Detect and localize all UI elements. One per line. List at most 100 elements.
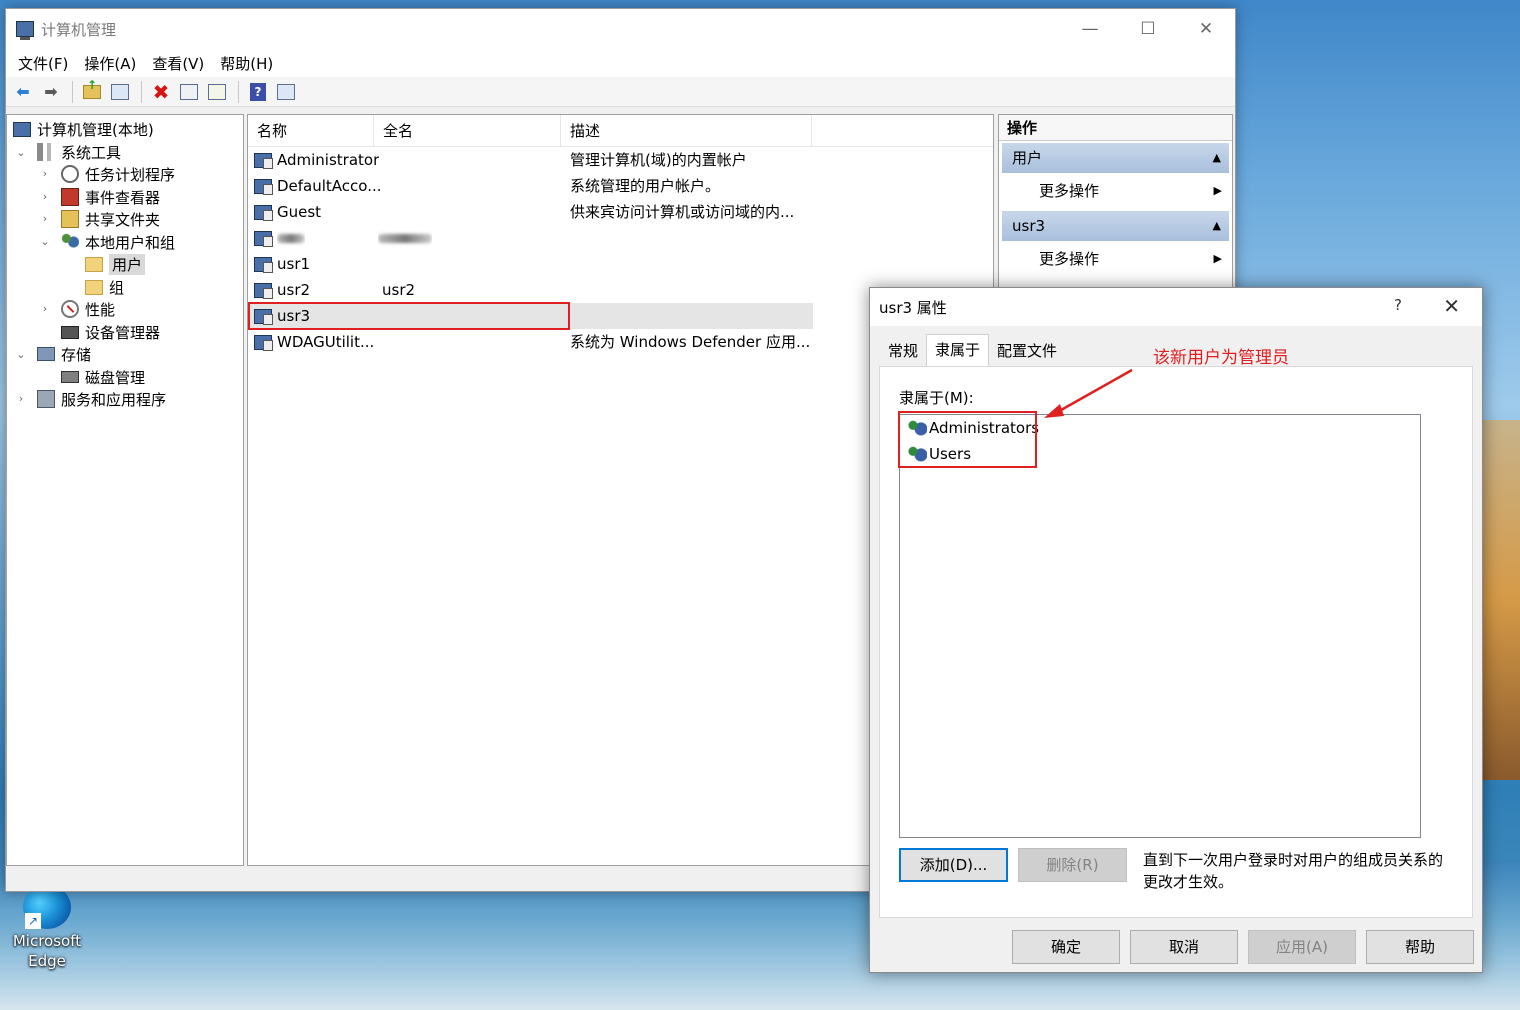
user-icon	[254, 229, 274, 247]
user-name: usr2	[277, 281, 311, 299]
menu-help[interactable]: 帮助(H)	[214, 53, 283, 74]
highlight-box-usr3	[248, 302, 570, 330]
tree-item-task-scheduler[interactable]: 任务计划程序	[61, 163, 175, 185]
chevron-down-icon[interactable]: ⌄	[39, 235, 51, 248]
table-row[interactable]: usr2 usr2	[248, 277, 813, 303]
actions-section-usr3[interactable]: usr3	[1002, 211, 1229, 241]
desktop-icon-edge[interactable]: Microsoft Edge	[10, 885, 84, 971]
tree-label: 服务和应用程序	[61, 390, 167, 409]
navigation-tree: 计算机管理(本地) ⌄ 系统工具 › 任务计划程序 › 事件查看器 › 共享文件…	[6, 114, 244, 866]
user-fullname: usr2	[382, 281, 416, 299]
actions-title: 操作	[999, 115, 1232, 141]
table-row[interactable]: Guest 供来宾访问计算机或访问域的内...	[248, 199, 813, 225]
ok-button[interactable]: 确定	[1012, 930, 1120, 964]
menu-view[interactable]: 查看(V)	[146, 53, 214, 74]
tree-label: 本地用户和组	[85, 233, 176, 252]
tree-item-users[interactable]: 用户	[85, 253, 146, 275]
tree-item-event-viewer[interactable]: 事件查看器	[61, 186, 160, 208]
dialog-tabs: 常规 隶属于 配置文件	[880, 334, 1065, 366]
tree-label: 磁盘管理	[85, 368, 146, 387]
column-header-description[interactable]: 描述	[561, 115, 812, 147]
actions-more-users[interactable]: 更多操作	[999, 173, 1232, 209]
table-row[interactable]: usr1	[248, 251, 813, 277]
user-icon	[254, 151, 274, 169]
tree-label: 事件查看器	[85, 188, 161, 207]
show-action-pane-icon[interactable]	[273, 80, 299, 104]
close-button[interactable]: ✕	[1177, 9, 1235, 49]
tree-item-shared-folders[interactable]: 共享文件夹	[61, 208, 160, 230]
table-row[interactable]	[248, 225, 813, 251]
table-row[interactable]: DefaultAcco... 系统管理的用户帐户。	[248, 173, 813, 199]
help-icon[interactable]: ?	[245, 80, 271, 104]
chevron-down-icon[interactable]: ⌄	[15, 146, 27, 159]
menu-file[interactable]: 文件(F)	[12, 53, 78, 74]
table-row[interactable]: WDAGUtilit... 系统为 Windows Defender 应用...	[248, 329, 813, 355]
delete-icon[interactable]: ✖	[148, 80, 174, 104]
add-button[interactable]: 添加(D)...	[899, 848, 1008, 882]
apply-button[interactable]: 应用(A)	[1248, 930, 1356, 964]
tree-item-system-tools[interactable]: 系统工具	[37, 141, 121, 163]
tree-item-storage[interactable]: 存储	[37, 343, 91, 365]
up-folder-icon[interactable]	[79, 78, 105, 104]
tab-profile[interactable]: 配置文件	[989, 336, 1065, 366]
tree-item-performance[interactable]: 性能	[61, 298, 115, 320]
tree-item-services-apps[interactable]: 服务和应用程序	[37, 388, 166, 410]
edge-label-line2: Edge	[28, 952, 66, 970]
services-icon	[37, 390, 55, 408]
chevron-right-icon[interactable]: ›	[39, 302, 51, 315]
user-name: usr1	[277, 255, 311, 273]
chevron-down-icon[interactable]: ⌄	[15, 348, 27, 361]
user-icon	[254, 281, 274, 299]
menu-action[interactable]: 操作(A)	[78, 53, 146, 74]
tools-icon	[37, 143, 55, 161]
tree-item-device-manager[interactable]: 设备管理器	[61, 321, 160, 343]
forward-arrow-icon[interactable]: ➡	[38, 80, 64, 104]
title-bar[interactable]: 计算机管理 — ☐ ✕	[6, 9, 1235, 49]
chevron-right-icon[interactable]: ›	[39, 190, 51, 203]
table-row[interactable]: Administrator 管理计算机(域)的内置帐户	[248, 147, 813, 173]
tree-item-disk-management[interactable]: 磁盘管理	[61, 366, 145, 388]
minimize-button[interactable]: —	[1061, 9, 1119, 49]
tree-item-root[interactable]: 计算机管理(本地)	[13, 118, 154, 140]
tree-item-local-users-groups[interactable]: 本地用户和组	[61, 231, 175, 253]
computer-management-icon	[16, 21, 34, 40]
chevron-right-icon[interactable]: ›	[39, 167, 51, 180]
remove-button[interactable]: 删除(R)	[1018, 848, 1127, 882]
user-icon	[254, 255, 274, 273]
tab-member-of[interactable]: 隶属于	[926, 334, 990, 366]
folder-icon	[85, 256, 103, 272]
toolbar-separator	[238, 80, 239, 103]
toolbar-separator	[141, 80, 142, 103]
user-name-redacted	[277, 225, 305, 251]
tree-label: 组	[109, 278, 125, 297]
annotation-arrow-icon	[1044, 368, 1133, 418]
tree-label: 计算机管理(本地)	[37, 120, 154, 139]
dialog-close-button[interactable]: ✕	[1443, 294, 1460, 318]
tab-general[interactable]: 常规	[880, 336, 926, 366]
member-of-listbox[interactable]: Administrators Users	[898, 411, 1421, 838]
highlight-box-groups	[898, 411, 1037, 468]
column-header-fullname[interactable]: 全名	[374, 115, 561, 147]
cancel-button[interactable]: 取消	[1130, 930, 1238, 964]
dialog-title-bar[interactable]: usr3 属性	[870, 288, 1482, 326]
column-header-name[interactable]: 名称	[248, 115, 374, 147]
tree-item-groups[interactable]: 组	[85, 276, 124, 298]
chevron-right-icon[interactable]: ›	[15, 392, 27, 405]
maximize-button[interactable]: ☐	[1119, 9, 1177, 49]
user-name: Administrator	[277, 151, 380, 169]
back-arrow-icon[interactable]: ⬅	[10, 80, 36, 104]
users-groups-icon	[61, 233, 79, 251]
help-button[interactable]: 帮助	[1366, 930, 1474, 964]
show-hide-tree-icon[interactable]	[107, 80, 133, 104]
chevron-right-icon[interactable]: ›	[39, 212, 51, 225]
actions-more-usr3[interactable]: 更多操作	[999, 241, 1232, 277]
properties-icon[interactable]	[176, 80, 202, 104]
clock-icon	[61, 165, 79, 183]
user-description: 供来宾访问计算机或访问域的内...	[570, 203, 795, 221]
membership-note: 直到下一次用户登录时对用户的组成员关系的更改才生效。	[1143, 851, 1444, 891]
export-list-icon[interactable]	[204, 80, 230, 104]
user-icon	[254, 177, 274, 195]
tree-label: 用户	[109, 253, 146, 275]
dialog-help-icon[interactable]: ?	[1394, 296, 1402, 314]
actions-section-users[interactable]: 用户	[1002, 143, 1229, 173]
